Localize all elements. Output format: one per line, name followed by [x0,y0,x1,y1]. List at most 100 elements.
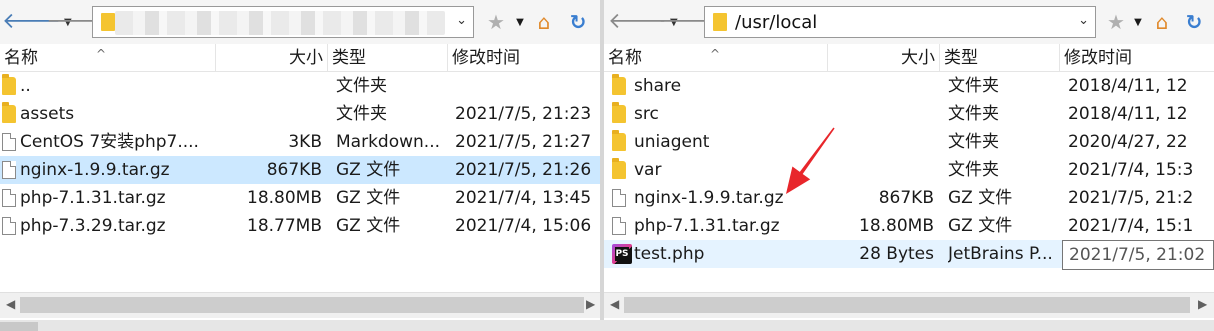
file-modified: 2021/7/4, 13:45 [455,188,592,208]
address-dropdown-icon[interactable]: ⌄ [1078,13,1089,28]
file-row[interactable]: .. 文件夹 [0,72,600,100]
file-row[interactable]: nginx-1.9.9.tar.gz 867KB GZ 文件 2021/7/5, 21… [0,156,600,184]
remote-file-pane: 🡐 ▼ 🡒 ▼ /usr/local ⌄ ★ ▼ ⌂ ↻ 名称 ^ 大小 类型 … [604,0,1214,320]
file-modified: 2021/7/4, 15:06 [455,216,592,236]
file-type: Markdown... [336,132,441,152]
folder-icon [612,130,626,151]
file-size [828,128,934,156]
scroll-thumb[interactable] [624,297,1190,313]
column-size-header[interactable]: 大小 [828,44,940,72]
file-icon [2,133,16,151]
scroll-right-icon[interactable]: ▶ [1198,297,1207,311]
scroll-left-icon[interactable]: ◀ [610,297,619,311]
file-type: 文件夹 [948,132,999,152]
file-size: 18.80MB [859,216,934,236]
file-size [828,100,934,128]
file-modified: 2021/7/5, 21:23 [455,104,592,124]
folder-icon [612,158,626,179]
file-modified: 2021/7/4, 15:1 [1068,216,1194,236]
file-size [216,100,322,128]
file-name: var [634,160,662,180]
scroll-thumb[interactable] [20,297,584,313]
scroll-right-icon[interactable]: ▶ [586,297,595,311]
file-size: 18.80MB [247,188,322,208]
column-modified-header[interactable]: 修改时间 [448,44,600,72]
file-row[interactable]: php-7.3.29.tar.gz 18.77MB GZ 文件 2021/7/4, 1… [0,212,600,240]
modified-time-tooltip: 2021/7/5, 21:02 [1062,240,1214,270]
file-row[interactable]: var 文件夹 2021/7/4, 15:3 [604,156,1214,184]
file-type: JetBrains P... [948,244,1053,264]
window-scrollbar[interactable] [0,320,1214,331]
refresh-icon[interactable]: ↻ [566,10,590,34]
bookmark-star-icon[interactable]: ★ [1104,10,1128,34]
file-row[interactable]: nginx-1.9.9.tar.gz 867KB GZ 文件 2021/7/5, 21… [604,184,1214,212]
folder-icon [612,102,626,123]
folder-icon [2,102,16,123]
file-name: assets [20,104,75,124]
file-name: php-7.1.31.tar.gz [634,216,780,236]
file-row[interactable]: share 文件夹 2018/4/11, 12 [604,72,1214,100]
file-modified [455,72,600,100]
file-size: 28 Bytes [859,244,934,264]
refresh-icon[interactable]: ↻ [1182,10,1206,34]
file-size: 867KB [878,188,934,208]
sort-caret-icon: ^ [96,47,107,61]
bookmark-dropdown-icon[interactable]: ▼ [1126,10,1150,34]
local-horizontal-scrollbar[interactable]: ◀ ▶ [0,292,600,318]
remote-horizontal-scrollbar[interactable]: ◀ ▶ [604,292,1214,318]
file-row[interactable]: src 文件夹 2018/4/11, 12 [604,100,1214,128]
file-modified: 2021/7/5, 21:2 [1068,188,1194,208]
file-size [216,72,322,100]
file-name: nginx-1.9.9.tar.gz [20,160,170,180]
file-row[interactable]: php-7.1.31.tar.gz 18.80MB GZ 文件 2021/7/4, 1… [604,212,1214,240]
bookmark-star-icon[interactable]: ★ [484,10,508,34]
window-scroll-thumb[interactable] [0,322,38,331]
file-type: GZ 文件 [948,216,1013,236]
redacted-path [115,11,445,35]
file-icon [2,189,16,207]
file-icon [612,217,626,235]
local-toolbar: 🡐 ▼ 🡒 ▼ ⌄ ★ ▼ ⌂ ↻ [0,0,600,44]
address-dropdown-icon[interactable]: ⌄ [456,13,467,28]
scroll-left-icon[interactable]: ◀ [6,297,15,311]
home-icon[interactable]: ⌂ [1150,10,1174,34]
sort-caret-icon: ^ [710,47,721,61]
bookmark-dropdown-icon[interactable]: ▼ [508,10,532,34]
remote-column-header: 名称 ^ 大小 类型 修改时间 [604,44,1214,72]
file-row[interactable]: php-7.1.31.tar.gz 18.80MB GZ 文件 2021/7/4, 1… [0,184,600,212]
remote-address-bar[interactable]: /usr/local ⌄ [704,6,1096,38]
file-name: php-7.1.31.tar.gz [20,188,166,208]
file-size [828,156,934,184]
file-type: 文件夹 [948,104,999,124]
folder-icon [612,74,626,95]
file-type: GZ 文件 [948,188,1013,208]
file-icon [612,189,626,207]
column-size-header[interactable]: 大小 [216,44,328,72]
remote-path: /usr/local [735,11,818,33]
file-size: 867KB [266,160,322,180]
column-type-header[interactable]: 类型 [940,44,1060,72]
file-icon [2,217,16,235]
file-type: 文件夹 [336,104,387,124]
local-address-bar[interactable]: ⌄ [92,6,474,38]
file-size [828,72,934,100]
column-type-header[interactable]: 类型 [328,44,448,72]
remote-toolbar: 🡐 ▼ 🡒 ▼ /usr/local ⌄ ★ ▼ ⌂ ↻ [604,0,1214,44]
file-row[interactable]: assets 文件夹 2021/7/5, 21:23 [0,100,600,128]
file-name: share [634,76,682,96]
local-file-pane: 🡐 ▼ 🡒 ▼ ⌄ ★ ▼ ⌂ ↻ 名称 ^ 大小 类型 修改时间 ..文件夹a… [0,0,600,320]
file-modified: 2018/4/11, 12 [1068,76,1188,96]
file-modified: 2021/7/4, 15:3 [1068,160,1194,180]
column-modified-header[interactable]: 修改时间 [1060,44,1214,72]
column-name-header[interactable]: 名称 ^ [604,44,828,72]
file-row[interactable]: CentOS 7安装php7.... 3KB Markdown... 2021/7/5… [0,128,600,156]
column-name-header[interactable]: 名称 ^ [0,44,216,72]
file-size: 18.77MB [247,216,322,236]
phpstorm-file-icon: PS [612,244,632,264]
file-modified: 2018/4/11, 12 [1068,104,1188,124]
file-type: GZ 文件 [336,188,401,208]
file-row[interactable]: uniagent 文件夹 2020/4/27, 22 [604,128,1214,156]
folder-icon [2,74,16,95]
home-icon[interactable]: ⌂ [532,10,556,34]
local-column-header: 名称 ^ 大小 类型 修改时间 [0,44,600,72]
